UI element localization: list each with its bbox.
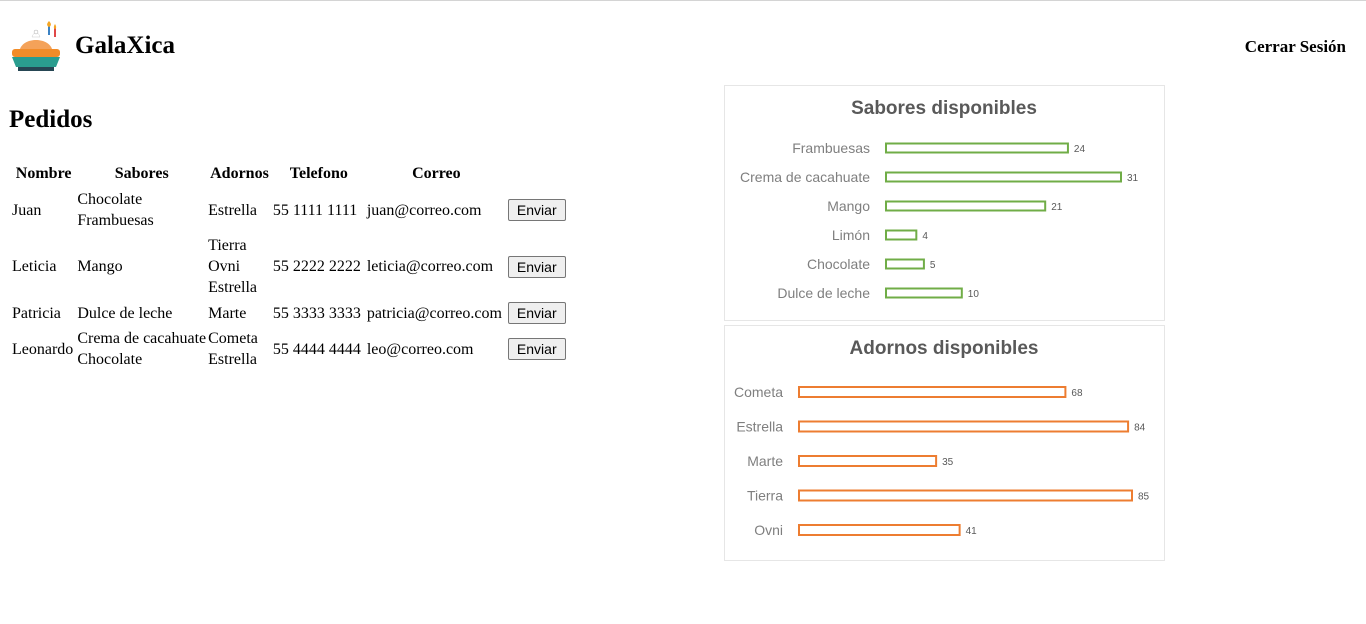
data-label: 31 bbox=[1127, 173, 1139, 184]
order-phone: 55 2222 2222 bbox=[272, 258, 361, 275]
bar bbox=[798, 420, 1130, 433]
send-button[interactable]: Enviar bbox=[507, 199, 566, 221]
bar bbox=[885, 142, 1069, 154]
order-email: juan@correo.com bbox=[366, 201, 482, 219]
order-email: leticia@correo.com bbox=[366, 258, 494, 275]
column-header-action bbox=[508, 162, 566, 186]
order-name: Patricia bbox=[12, 304, 61, 322]
adorno-item: Tierra bbox=[208, 237, 247, 254]
category-label: Frambuesas bbox=[792, 140, 870, 156]
adorno-item: Estrella bbox=[208, 351, 257, 368]
order-sabores: Crema de cacahuate Chocolate bbox=[77, 327, 206, 371]
logout-link[interactable]: Cerrar Sesión bbox=[1245, 37, 1346, 57]
category-label: Mango bbox=[827, 198, 870, 214]
send-button[interactable]: Enviar bbox=[507, 302, 566, 324]
bar bbox=[885, 229, 918, 241]
sabor-item: Crema de cacahuate bbox=[77, 330, 207, 347]
column-header: Nombre bbox=[15, 165, 72, 182]
column-header: Telefono bbox=[289, 165, 348, 182]
order-phone: 55 3333 3333 bbox=[272, 304, 361, 322]
adorno-item: Cometa bbox=[208, 330, 258, 347]
sabor-item: Chocolate bbox=[77, 351, 143, 368]
chart-title: Adornos disponibles bbox=[850, 338, 1039, 359]
adorno-item: Marte bbox=[208, 304, 247, 322]
table-header-row: Nombre Sabores Adornos Telefono Correo bbox=[12, 162, 566, 186]
category-label: Cometa bbox=[734, 384, 783, 400]
order-sabores: Dulce de leche bbox=[77, 301, 206, 325]
table-row: Leticia Mango Tierra Ovni Estrella 55 22… bbox=[12, 234, 566, 299]
table-row: Patricia Dulce de leche Marte 55 3333 33… bbox=[12, 301, 566, 325]
adornos-chart: Adornos disponibles Cometa 68 Estrella 84 Mar… bbox=[724, 325, 1165, 561]
bar bbox=[798, 386, 1067, 398]
adorno-item: Estrella bbox=[208, 279, 257, 296]
data-label: 5 bbox=[930, 260, 936, 271]
bar bbox=[885, 200, 1047, 212]
adorno-item: Ovni bbox=[208, 258, 241, 275]
category-label: Marte bbox=[747, 453, 783, 469]
cake-logo-icon bbox=[12, 21, 60, 71]
send-button[interactable]: Enviar bbox=[507, 338, 566, 360]
bar bbox=[798, 489, 1133, 502]
column-header: Adornos bbox=[210, 165, 269, 182]
order-name: Leonardo bbox=[12, 340, 74, 358]
column-header: Correo bbox=[412, 165, 461, 182]
table-row: Juan Chocolate Frambuesas Estrella 55 11… bbox=[12, 188, 566, 232]
data-label: 24 bbox=[1074, 144, 1086, 155]
data-label: 85 bbox=[1138, 492, 1150, 503]
category-label: Limón bbox=[832, 227, 870, 243]
data-label: 10 bbox=[968, 289, 980, 300]
category-label: Chocolate bbox=[807, 256, 870, 272]
orders-table: Nombre Sabores Adornos Telefono Correo J… bbox=[10, 160, 568, 373]
data-label: 41 bbox=[966, 526, 978, 537]
bar bbox=[798, 455, 938, 467]
chart-title: Sabores disponibles bbox=[851, 98, 1037, 119]
sabores-chart: Sabores disponibles Frambuesas 24 Crema de … bbox=[724, 85, 1165, 321]
bar bbox=[885, 258, 925, 270]
bar bbox=[798, 524, 961, 536]
adorno-item: Estrella bbox=[208, 201, 257, 219]
order-name: Leticia bbox=[12, 258, 57, 275]
brand-name: GalaXica bbox=[75, 32, 175, 59]
sabor-item: Dulce de leche bbox=[77, 304, 173, 322]
order-email: patricia@correo.com bbox=[366, 304, 502, 322]
page-title: Pedidos bbox=[9, 106, 93, 133]
column-header: Sabores bbox=[114, 165, 169, 182]
sabor-item: Mango bbox=[77, 258, 123, 275]
order-sabores: Mango bbox=[77, 234, 206, 299]
sabor-item: Chocolate bbox=[77, 191, 143, 208]
table-row: Leonardo Crema de cacahuate Chocolate Co… bbox=[12, 327, 566, 371]
category-label: Ovni bbox=[754, 522, 783, 538]
order-phone: 55 1111 1111 bbox=[272, 201, 358, 219]
order-email: leo@correo.com bbox=[366, 340, 474, 358]
data-label: 21 bbox=[1051, 202, 1063, 213]
bar bbox=[885, 287, 963, 299]
order-name: Juan bbox=[12, 201, 42, 219]
sabor-item: Frambuesas bbox=[77, 212, 154, 229]
category-label: Estrella bbox=[736, 419, 783, 435]
data-label: 4 bbox=[922, 231, 928, 242]
order-adornos: Cometa Estrella bbox=[208, 327, 271, 371]
category-label: Tierra bbox=[747, 488, 783, 504]
order-adornos: Estrella bbox=[208, 188, 271, 232]
bar bbox=[885, 171, 1122, 183]
order-sabores: Chocolate Frambuesas bbox=[77, 188, 206, 232]
order-adornos: Marte bbox=[208, 301, 271, 325]
data-label: 84 bbox=[1134, 423, 1146, 434]
adornos-chart-svg: Adornos disponibles Cometa 68 Estrella 84 Mar… bbox=[734, 338, 1150, 538]
category-label: Dulce de leche bbox=[777, 285, 870, 301]
top-border bbox=[0, 0, 1366, 1]
data-label: 35 bbox=[942, 457, 954, 468]
order-phone: 55 4444 4444 bbox=[272, 340, 361, 358]
category-label: Crema de cacahuate bbox=[740, 169, 870, 185]
order-adornos: Tierra Ovni Estrella bbox=[208, 234, 271, 299]
send-button[interactable]: Enviar bbox=[507, 255, 566, 278]
sabores-chart-svg: Sabores disponibles Frambuesas 24 Crema de … bbox=[740, 98, 1139, 301]
data-label: 68 bbox=[1071, 388, 1083, 399]
